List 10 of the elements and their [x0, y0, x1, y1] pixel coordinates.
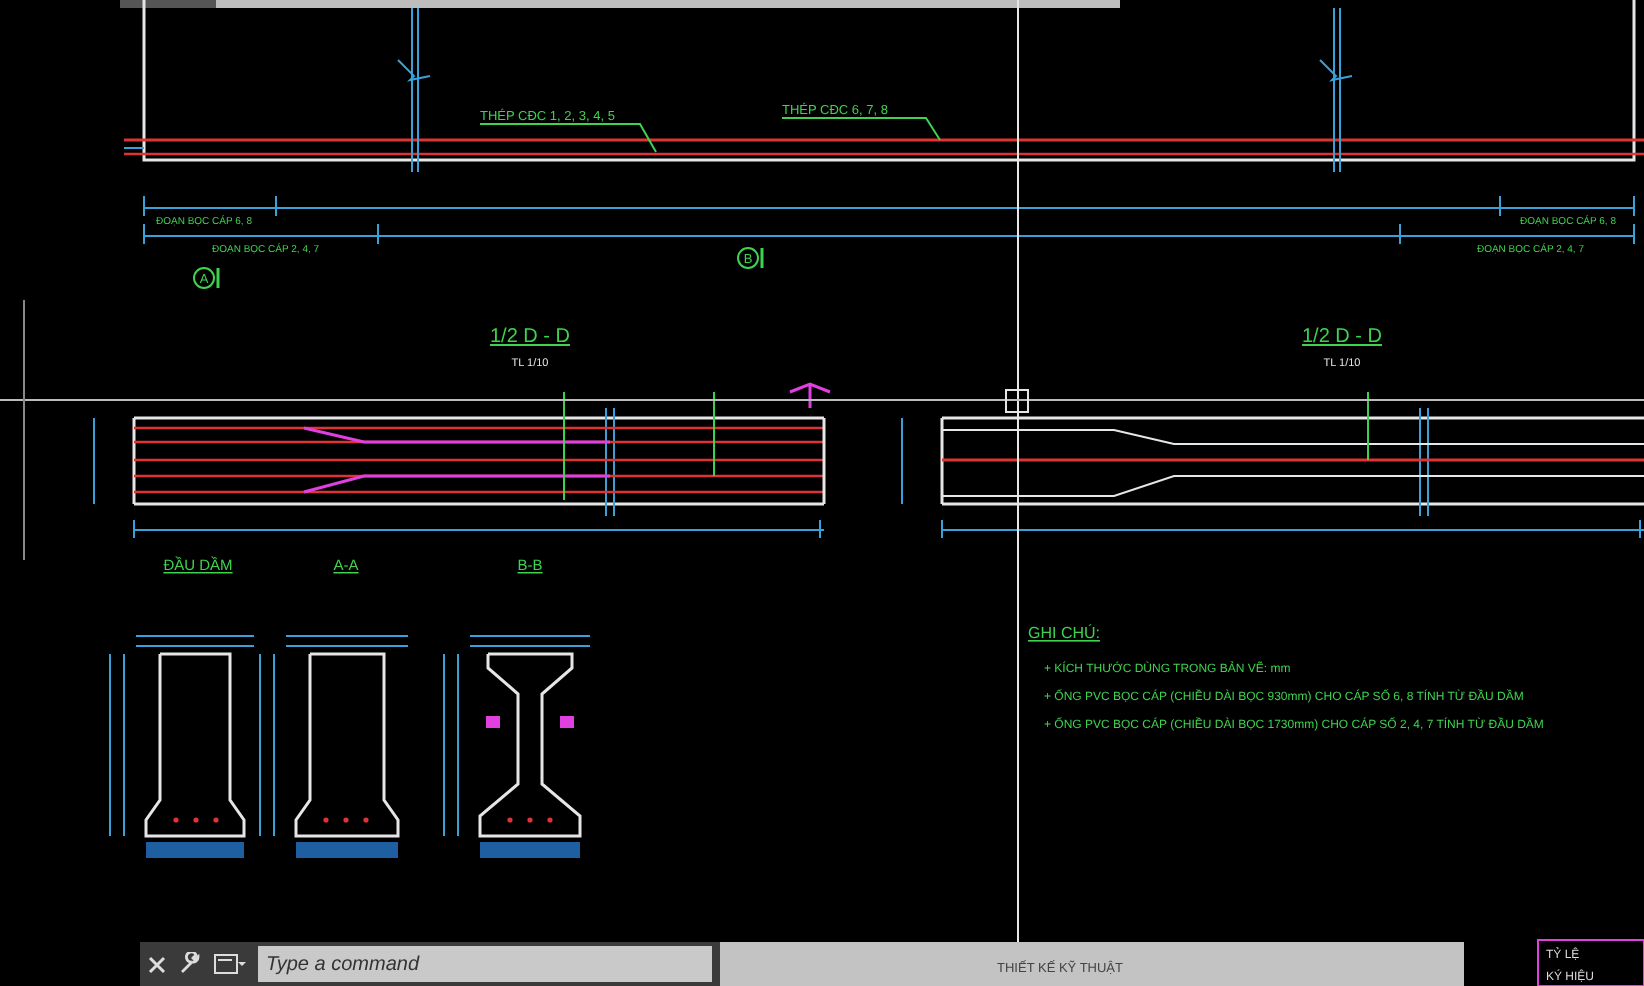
- wrench-icon[interactable]: [178, 952, 202, 976]
- section-marker: [193, 267, 220, 289]
- title-block-frame: [1537, 939, 1644, 986]
- close-icon[interactable]: [148, 955, 166, 973]
- view-title: 1/2 D - D: [490, 326, 570, 348]
- command-prompt-icon[interactable]: [214, 952, 246, 976]
- notes-title: GHI CHÚ:: [1028, 624, 1100, 642]
- command-input[interactable]: Type a command: [258, 946, 712, 982]
- section-marker: [737, 247, 764, 269]
- view-title: 1/2 D - D: [1302, 326, 1382, 348]
